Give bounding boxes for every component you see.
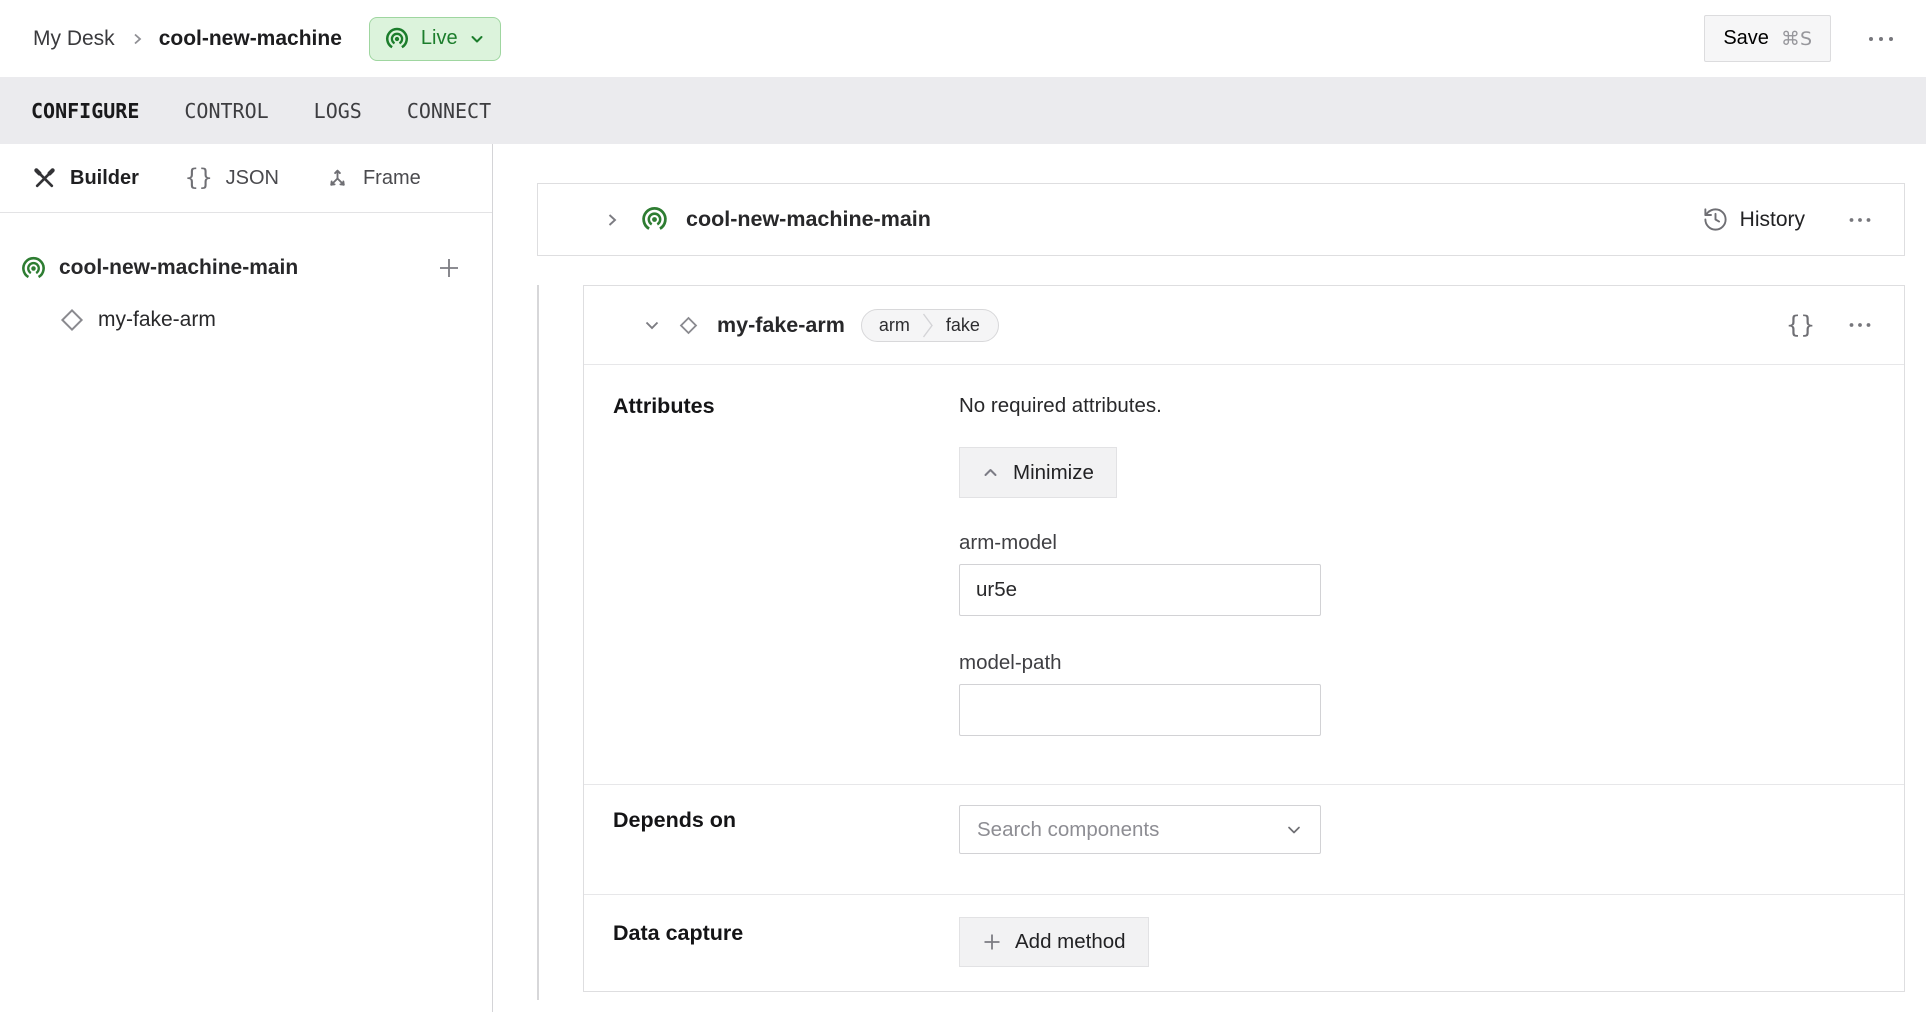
breadcrumb-separator-icon xyxy=(130,32,144,46)
add-method-button[interactable]: Add method xyxy=(959,917,1149,967)
tree-item-label: cool-new-machine-main xyxy=(59,256,424,280)
breadcrumb-parent-link[interactable]: My Desk xyxy=(33,27,115,51)
depends-on-select[interactable]: Search components xyxy=(959,805,1321,854)
add-component-button[interactable] xyxy=(436,255,462,281)
status-badge: Live xyxy=(421,27,458,50)
chevron-down-icon xyxy=(1285,821,1303,839)
viam-logo-icon xyxy=(384,26,410,52)
tab-configure[interactable]: CONFIGURE xyxy=(31,99,139,123)
breadcrumb: My Desk cool-new-machine xyxy=(33,27,342,51)
component-card-header: my-fake-arm arm fake {} xyxy=(584,286,1904,365)
minimize-label: Minimize xyxy=(1013,461,1094,485)
machine-part-title: cool-new-machine-main xyxy=(686,207,931,232)
content-area: Builder {} JSON Frame xyxy=(0,144,1926,1012)
tab-builder-label: Builder xyxy=(70,167,139,190)
save-button-label: Save xyxy=(1723,27,1769,50)
tab-control[interactable]: CONTROL xyxy=(184,99,268,123)
attributes-empty-text: No required attributes. xyxy=(959,393,1874,419)
expand-chevron-right-icon[interactable] xyxy=(604,212,620,228)
braces-icon: {} xyxy=(185,165,213,191)
component-tree: cool-new-machine-main my-fake-arm xyxy=(0,213,492,346)
tab-builder[interactable]: Builder xyxy=(32,166,139,191)
tree-connector-line xyxy=(537,285,539,1000)
history-clock-icon xyxy=(1702,206,1729,233)
history-label: History xyxy=(1740,208,1805,232)
save-shortcut: ⌘S xyxy=(1781,28,1812,50)
save-button[interactable]: Save ⌘S xyxy=(1704,15,1831,62)
viam-logo-icon xyxy=(20,255,47,282)
field-label-model-path: model-path xyxy=(959,651,1874,675)
tab-connect[interactable]: CONNECT xyxy=(407,99,491,123)
arm-model-input[interactable] xyxy=(959,564,1321,616)
topbar-overflow-menu-button[interactable] xyxy=(1867,35,1895,43)
chevron-up-icon xyxy=(982,464,999,481)
depends-on-heading: Depends on xyxy=(613,807,959,894)
data-capture-heading: Data capture xyxy=(613,920,959,992)
attributes-section: Attributes No required attributes. Minim… xyxy=(584,365,1904,785)
badge-type: arm xyxy=(862,315,922,336)
machine-status-dropdown[interactable]: Live xyxy=(369,17,501,61)
component-model-badge: arm fake xyxy=(861,309,999,342)
depends-on-section: Depends on Search components xyxy=(584,785,1904,895)
tab-json[interactable]: {} JSON xyxy=(185,165,279,191)
component-diamond-icon xyxy=(57,305,87,335)
minimize-button[interactable]: Minimize xyxy=(959,447,1117,498)
history-button[interactable]: History xyxy=(1702,206,1805,233)
tab-frame-label: Frame xyxy=(363,167,421,190)
collapse-chevron-down-icon[interactable] xyxy=(643,316,661,334)
top-bar: My Desk cool-new-machine Live Save ⌘S xyxy=(0,0,1926,77)
badge-separator-icon xyxy=(922,309,934,342)
config-panel: cool-new-machine-main History xyxy=(493,144,1926,1012)
viam-logo-icon xyxy=(640,205,669,234)
component-card-overflow-menu-button[interactable] xyxy=(1848,321,1872,329)
depends-on-placeholder: Search components xyxy=(977,818,1285,842)
tree-item-label: my-fake-arm xyxy=(98,308,216,332)
primary-tab-bar: CONFIGURE CONTROL LOGS CONNECT xyxy=(0,77,1926,144)
field-label-arm-model: arm-model xyxy=(959,531,1874,555)
tab-json-label: JSON xyxy=(226,167,279,190)
data-capture-section: Data capture Add method xyxy=(584,895,1904,992)
breadcrumb-current: cool-new-machine xyxy=(159,27,342,51)
component-title: my-fake-arm xyxy=(717,313,845,338)
component-diamond-icon xyxy=(677,314,700,337)
tree-item-machine-main[interactable]: cool-new-machine-main xyxy=(0,242,492,294)
machine-card-overflow-menu-button[interactable] xyxy=(1848,216,1872,224)
tools-icon xyxy=(32,166,57,191)
frame-axes-icon xyxy=(325,166,350,191)
badge-model: fake xyxy=(934,315,998,336)
edit-json-button[interactable]: {} xyxy=(1786,311,1815,339)
tab-logs[interactable]: LOGS xyxy=(314,99,362,123)
add-method-label: Add method xyxy=(1015,930,1126,954)
attributes-heading: Attributes xyxy=(613,393,959,784)
tab-frame[interactable]: Frame xyxy=(325,166,421,191)
tree-item-my-fake-arm[interactable]: my-fake-arm xyxy=(0,294,492,346)
plus-icon xyxy=(982,932,1002,952)
model-path-input[interactable] xyxy=(959,684,1321,736)
machine-part-card: cool-new-machine-main History xyxy=(537,183,1905,256)
component-card: my-fake-arm arm fake {} Attributes No re… xyxy=(583,285,1905,992)
sidebar-view-tabs: Builder {} JSON Frame xyxy=(0,144,492,213)
chevron-down-icon xyxy=(469,31,485,47)
config-sidebar: Builder {} JSON Frame xyxy=(0,144,493,1012)
